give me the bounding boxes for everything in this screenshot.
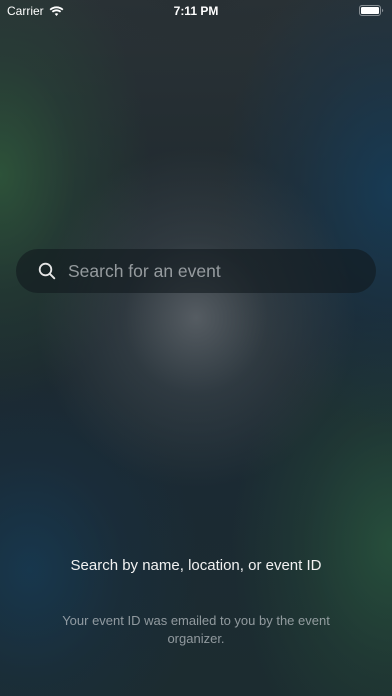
search-icon [38, 262, 56, 280]
status-time: 7:11 PM [173, 4, 219, 18]
search-hint-title: Search by name, location, or event ID [70, 557, 322, 574]
search-hint-subtitle: Your event ID was emailed to you by the … [62, 613, 330, 646]
battery-full-icon [359, 5, 384, 16]
search-bar[interactable] [16, 249, 376, 293]
search-input[interactable] [68, 249, 358, 293]
status-bar: Carrier 7:11 PM [0, 0, 392, 22]
